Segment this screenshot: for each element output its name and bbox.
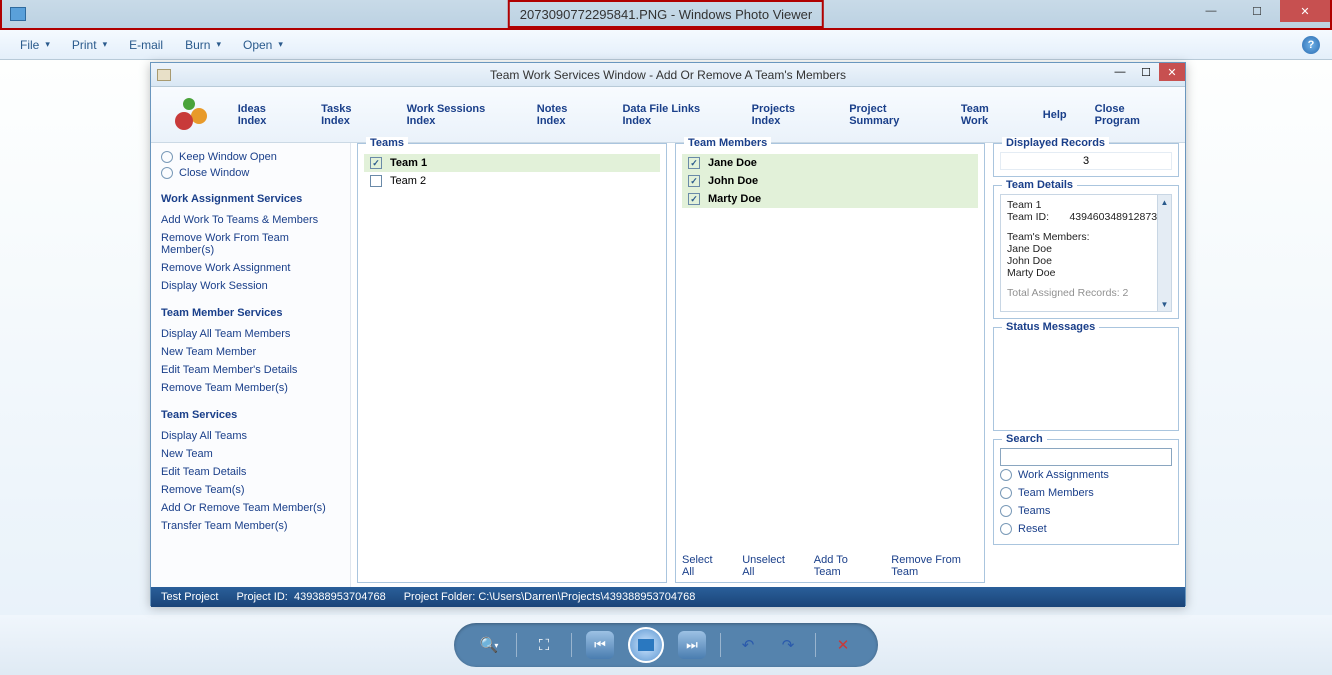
scrollbar[interactable]: ▲ ▼ [1157, 195, 1171, 311]
details-textarea[interactable]: Team 1 Team ID: 439460348912873 Team's M… [1000, 194, 1172, 312]
pv-menubar: File▾ Print▾ E-mail Burn▾ Open▾ ? [0, 30, 1332, 60]
link-new-team[interactable]: New Team [161, 445, 340, 463]
link-display-teams[interactable]: Display All Teams [161, 427, 340, 445]
checkbox-icon[interactable]: ✓ [688, 175, 700, 187]
close-button[interactable]: ✕ [1280, 0, 1330, 22]
app-logo [169, 98, 210, 131]
members-panel: Team Members ✓Jane Doe ✓John Doe ✓Marty … [675, 143, 985, 583]
link-remove-work[interactable]: Remove Work Assignment [161, 259, 340, 277]
team-row-2[interactable]: Team 2 [364, 172, 660, 190]
status-messages: Status Messages [993, 327, 1179, 431]
search-work[interactable]: Work Assignments [1000, 466, 1172, 484]
photo-viewer-window: 2073090772295841.PNG - Windows Photo Vie… [0, 0, 1332, 675]
link-display-members[interactable]: Display All Team Members [161, 325, 340, 343]
select-all[interactable]: Select All [682, 554, 724, 578]
tb-notes[interactable]: Notes Index [537, 103, 595, 127]
maximize-button[interactable]: ☐ [1234, 0, 1280, 22]
menu-open[interactable]: Open▾ [235, 34, 291, 56]
tb-projects[interactable]: Projects Index [752, 103, 822, 127]
close-window[interactable]: Close Window [161, 165, 340, 181]
heading-work-assignment: Work Assignment Services [161, 193, 340, 205]
member-row[interactable]: ✓John Doe [682, 172, 978, 190]
tb-teamwork[interactable]: Team Work [961, 103, 1015, 127]
menu-burn[interactable]: Burn▾ [177, 34, 229, 56]
search-panel: Search Work Assignments Team Members Tea… [993, 439, 1179, 545]
fit-icon[interactable]: ⛶ [531, 632, 557, 658]
pv-stage: Team Work Services Window - Add Or Remov… [0, 60, 1332, 615]
team-details: Team Details Team 1 Team ID: 43946034891… [993, 185, 1179, 319]
app-window: Team Work Services Window - Add Or Remov… [150, 62, 1186, 606]
heading-team-services: Team Services [161, 409, 340, 421]
delete-icon[interactable]: ✕ [830, 632, 856, 658]
app-close[interactable]: ✕ [1159, 63, 1185, 81]
checkbox-icon[interactable]: ✓ [688, 157, 700, 169]
search-reset[interactable]: Reset [1000, 520, 1172, 538]
help-icon[interactable]: ? [1302, 36, 1320, 54]
member-row[interactable]: ✓Marty Doe [682, 190, 978, 208]
java-icon [157, 69, 171, 81]
menu-email[interactable]: E-mail [121, 34, 171, 56]
sidebar: Keep Window Open Close Window Work Assig… [151, 143, 351, 587]
link-remove-team[interactable]: Remove Team(s) [161, 481, 340, 499]
tb-datalinks[interactable]: Data File Links Index [622, 103, 723, 127]
tb-ideas[interactable]: Ideas Index [238, 103, 293, 127]
tb-help[interactable]: Help [1043, 109, 1067, 121]
tb-closeprogram[interactable]: Close Program [1095, 103, 1167, 127]
add-to-team[interactable]: Add To Team [814, 554, 874, 578]
link-add-work[interactable]: Add Work To Teams & Members [161, 211, 340, 229]
minimize-button[interactable]: — [1188, 0, 1234, 22]
play-button[interactable] [628, 627, 664, 663]
team-row-1[interactable]: ✓Team 1 [364, 154, 660, 172]
app-statusbar: Test Project Project ID: 439388953704768… [151, 587, 1185, 607]
rotate-cw-icon[interactable]: ↷ [775, 632, 801, 658]
pv-bottombar: 🔍▾ ⛶ ⏮ ⏭ ↶ ↷ ✕ [0, 615, 1332, 675]
scroll-up-icon[interactable]: ▲ [1158, 195, 1171, 209]
link-add-remove-members[interactable]: Add Or Remove Team Member(s) [161, 499, 340, 517]
pv-title: 2073090772295841.PNG - Windows Photo Vie… [520, 7, 812, 22]
pv-app-icon [10, 7, 26, 21]
app-title: Team Work Services Window - Add Or Remov… [490, 68, 846, 82]
tb-summary[interactable]: Project Summary [849, 103, 933, 127]
displayed-records: Displayed Records 3 [993, 143, 1179, 177]
app-toolbar: Ideas Index Tasks Index Work Sessions In… [151, 87, 1185, 143]
rotate-ccw-icon[interactable]: ↶ [735, 632, 761, 658]
next-button[interactable]: ⏭ [678, 631, 706, 659]
link-new-member[interactable]: New Team Member [161, 343, 340, 361]
link-remove-member[interactable]: Remove Team Member(s) [161, 379, 340, 397]
pv-title-highlight: 2073090772295841.PNG - Windows Photo Vie… [508, 0, 824, 28]
link-display-session[interactable]: Display Work Session [161, 277, 340, 295]
checkbox-icon[interactable]: ✓ [370, 157, 382, 169]
link-transfer-members[interactable]: Transfer Team Member(s) [161, 517, 340, 535]
checkbox-icon[interactable]: ✓ [688, 193, 700, 205]
pv-titlebar: 2073090772295841.PNG - Windows Photo Vie… [0, 0, 1332, 30]
app-maximize[interactable]: ☐ [1133, 63, 1159, 81]
scroll-down-icon[interactable]: ▼ [1158, 297, 1171, 311]
pv-controls: 🔍▾ ⛶ ⏮ ⏭ ↶ ↷ ✕ [454, 623, 878, 667]
link-remove-work-member[interactable]: Remove Work From Team Member(s) [161, 229, 340, 259]
zoom-icon[interactable]: 🔍▾ [476, 632, 502, 658]
checkbox-icon[interactable] [370, 175, 382, 187]
tb-sessions[interactable]: Work Sessions Index [407, 103, 509, 127]
heading-member-services: Team Member Services [161, 307, 340, 319]
search-input[interactable] [1000, 448, 1172, 466]
keep-window-open[interactable]: Keep Window Open [161, 149, 340, 165]
app-titlebar: Team Work Services Window - Add Or Remov… [151, 63, 1185, 87]
teams-panel: Teams ✓Team 1 Team 2 [357, 143, 667, 583]
member-row[interactable]: ✓Jane Doe [682, 154, 978, 172]
records-value: 3 [1000, 152, 1172, 170]
link-edit-team[interactable]: Edit Team Details [161, 463, 340, 481]
remove-from-team[interactable]: Remove From Team [891, 554, 984, 578]
search-members[interactable]: Team Members [1000, 484, 1172, 502]
unselect-all[interactable]: Unselect All [742, 554, 796, 578]
link-edit-member[interactable]: Edit Team Member's Details [161, 361, 340, 379]
search-teams[interactable]: Teams [1000, 502, 1172, 520]
prev-button[interactable]: ⏮ [586, 631, 614, 659]
pv-sysbuttons: — ☐ ✕ [1188, 0, 1330, 22]
app-minimize[interactable]: — [1107, 63, 1133, 81]
tb-tasks[interactable]: Tasks Index [321, 103, 379, 127]
menu-print[interactable]: Print▾ [64, 34, 115, 56]
menu-file[interactable]: File▾ [12, 34, 58, 56]
